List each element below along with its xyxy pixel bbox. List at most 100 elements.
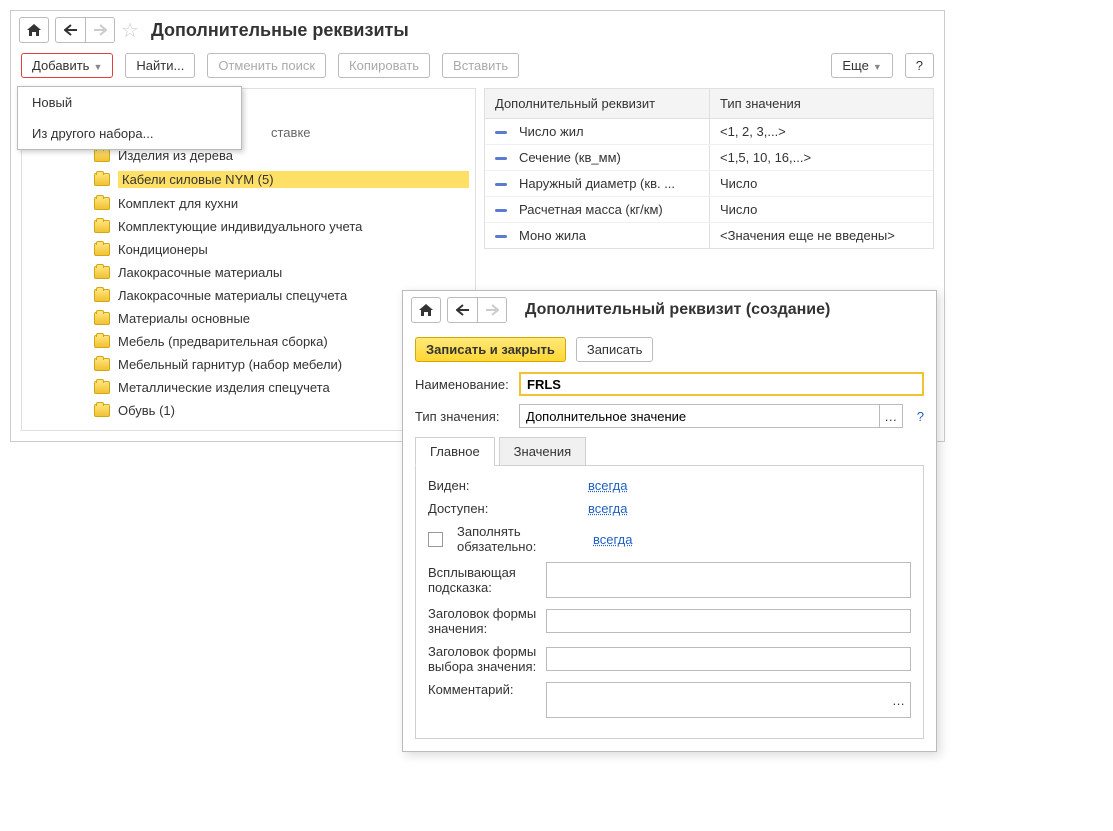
folder-icon: [94, 220, 110, 233]
required-value[interactable]: всегда: [593, 532, 632, 547]
save-button[interactable]: Записать: [576, 337, 654, 362]
popup-back-button[interactable]: [447, 297, 477, 323]
tree-item-label: Кондиционеры: [118, 242, 469, 257]
tree-item-label: Изделия из дерева: [118, 148, 469, 163]
cancel-search-button[interactable]: Отменить поиск: [207, 53, 326, 78]
favorite-icon[interactable]: ☆: [121, 18, 139, 43]
detail-type: <Значения еще не введены>: [710, 223, 933, 248]
arrow-right-icon: [93, 24, 107, 36]
forward-button[interactable]: [85, 17, 115, 43]
tab-values[interactable]: Значения: [499, 437, 586, 466]
comment-expand[interactable]: …: [887, 682, 911, 718]
back-button[interactable]: [55, 17, 85, 43]
popup-nav-group: [447, 297, 507, 323]
form-title-label: Заголовок формы значения:: [428, 606, 538, 636]
tree-item-label: Комплектующие индивидуального учета: [118, 219, 469, 234]
minus-icon: [495, 157, 507, 160]
minus-icon: [495, 235, 507, 238]
home-button[interactable]: [19, 17, 49, 43]
visible-label: Виден:: [428, 478, 580, 493]
minus-icon: [495, 209, 507, 212]
comment-input[interactable]: [546, 682, 887, 718]
tree-item-label: Комплект для кухни: [118, 196, 469, 211]
popup-forward-button[interactable]: [477, 297, 507, 323]
required-label: Заполнять обязательно:: [457, 524, 585, 554]
menu-item-from-other[interactable]: Из другого набора...: [18, 118, 241, 149]
folder-icon: [94, 149, 110, 162]
folder-icon: [94, 197, 110, 210]
detail-type: Число: [710, 197, 933, 222]
form-choice-title-label: Заголовок формы выбора значения:: [428, 644, 538, 674]
value-type-picker[interactable]: …: [879, 404, 903, 428]
tab-main[interactable]: Главное: [415, 437, 495, 466]
menu-item-new[interactable]: Новый: [18, 87, 241, 118]
hint-input[interactable]: [546, 562, 911, 598]
arrow-left-icon: [456, 304, 470, 316]
folder-icon: [94, 312, 110, 325]
help-button[interactable]: ?: [905, 53, 934, 78]
find-button[interactable]: Найти...: [125, 53, 195, 78]
value-type-help[interactable]: ?: [917, 409, 924, 424]
detail-name: Сечение (кв_мм): [519, 150, 621, 165]
required-checkbox[interactable]: [428, 532, 443, 547]
tree-item[interactable]: Комплект для кухни: [22, 192, 475, 215]
detail-row[interactable]: Сечение (кв_мм) <1,5, 10, 16,...>: [485, 145, 933, 171]
form-title-input[interactable]: [546, 609, 911, 633]
value-type-label: Тип значения:: [415, 409, 511, 424]
detail-type: Число: [710, 171, 933, 196]
popup-title: Дополнительный реквизит (создание): [525, 301, 830, 319]
details-header: Дополнительный реквизит Тип значения: [485, 89, 933, 119]
folder-icon: [94, 404, 110, 417]
copy-button[interactable]: Копировать: [338, 53, 430, 78]
popup-form: Наименование: Тип значения: … ? Главное …: [403, 370, 936, 751]
folder-icon: [94, 335, 110, 348]
detail-row[interactable]: Наружный диаметр (кв. ...Число: [485, 171, 933, 197]
minus-icon: [495, 131, 507, 134]
home-icon: [26, 23, 42, 37]
paste-button[interactable]: Вставить: [442, 53, 519, 78]
folder-icon: [94, 381, 110, 394]
form-choice-title-input[interactable]: [546, 647, 911, 671]
add-label: Добавить: [32, 58, 89, 73]
available-value[interactable]: всегда: [588, 501, 627, 516]
comment-label: Комментарий:: [428, 682, 538, 697]
arrow-left-icon: [64, 24, 78, 36]
popup-tabs: Главное Значения: [415, 436, 924, 466]
popup-window: Дополнительный реквизит (создание) Запис…: [402, 290, 937, 752]
add-dropdown-menu: Новый Из другого набора...: [17, 86, 242, 150]
detail-row[interactable]: Моно жила <Значения еще не введены>: [485, 223, 933, 248]
titlebar: ☆ Дополнительные реквизиты: [11, 11, 944, 49]
add-button[interactable]: Добавить ▼: [21, 53, 113, 78]
save-close-button[interactable]: Записать и закрыть: [415, 337, 566, 362]
folder-icon: [94, 266, 110, 279]
detail-name: Моно жила: [519, 228, 586, 243]
details-header-b: Тип значения: [710, 89, 933, 118]
visible-value[interactable]: всегда: [588, 478, 627, 493]
name-label: Наименование:: [415, 377, 511, 392]
popup-home-button[interactable]: [411, 297, 441, 323]
detail-row[interactable]: Расчетная масса (кг/км)Число: [485, 197, 933, 223]
tree-item[interactable]: Кабели силовые NYM (5): [22, 167, 475, 192]
tree-item[interactable]: Лакокрасочные материалы: [22, 261, 475, 284]
chevron-down-icon: ▼: [873, 62, 882, 72]
main-toolbar: Добавить ▼ Найти... Отменить поиск Копиро…: [11, 49, 944, 88]
tree-item[interactable]: Кондиционеры: [22, 238, 475, 261]
tab-main-body: Виден: всегда Доступен: всегда Заполнять…: [415, 466, 924, 739]
chevron-down-icon: ▼: [93, 62, 102, 72]
arrow-right-icon: [485, 304, 499, 316]
folder-icon: [94, 173, 110, 186]
tree-item-label: Лакокрасочные материалы: [118, 265, 469, 280]
nav-group: [55, 17, 115, 43]
name-input[interactable]: [519, 372, 924, 396]
detail-type: <1,5, 10, 16,...>: [710, 145, 933, 170]
home-icon: [418, 303, 434, 317]
detail-name: Число жил: [519, 124, 584, 139]
detail-type: <1, 2, 3,...>: [710, 119, 933, 144]
folder-icon: [94, 243, 110, 256]
detail-row[interactable]: Число жил <1, 2, 3,...>: [485, 119, 933, 145]
value-type-input[interactable]: [519, 404, 879, 428]
tree-item[interactable]: Комплектующие индивидуального учета: [22, 215, 475, 238]
details-header-a: Дополнительный реквизит: [485, 89, 710, 118]
folder-icon: [94, 358, 110, 371]
more-button[interactable]: Еще▼: [831, 53, 892, 78]
